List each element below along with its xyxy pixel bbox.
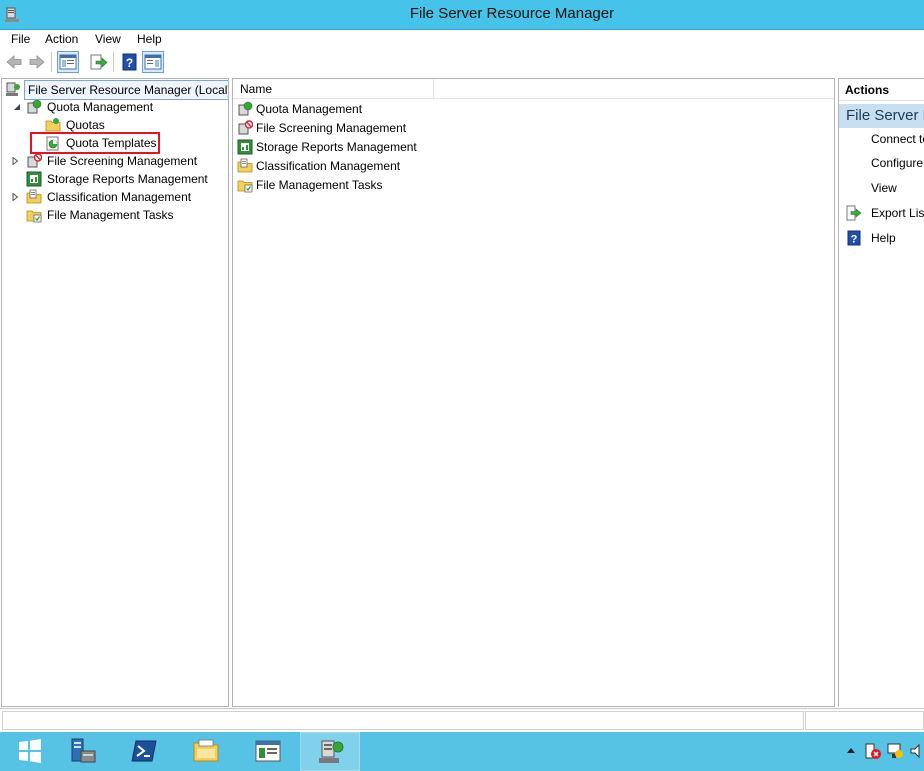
forward-button[interactable]: [26, 51, 48, 73]
action-connect-to[interactable]: Connect to: [839, 129, 924, 149]
tree-root[interactable]: File Server Resource Manager (Local): [4, 80, 228, 100]
actions-pane: Actions File Server R Connect to Configu…: [838, 78, 924, 707]
menu-file[interactable]: File: [9, 30, 32, 48]
windows-logo-icon: [19, 739, 41, 763]
show-hide-action-pane-button[interactable]: [142, 51, 164, 73]
file-management-tasks-icon: [237, 180, 253, 193]
column-header-name[interactable]: Name: [233, 79, 434, 99]
quota-management-icon: [238, 101, 253, 116]
file-server-icon: [6, 82, 20, 96]
tree-item-quota-management[interactable]: Quota Management: [2, 98, 222, 116]
action-label: Export List: [871, 206, 924, 220]
toolbar: ?: [0, 48, 924, 76]
tree-item-storage-reports[interactable]: Storage Reports Management: [2, 170, 222, 188]
console-tree-icon: [59, 54, 77, 70]
start-button[interactable]: [0, 732, 60, 771]
list-item-label: File Screening Management: [256, 121, 407, 135]
classification-icon: [237, 158, 253, 173]
help-icon: ?: [122, 53, 137, 71]
toolbar-separator: [113, 52, 114, 72]
list-item-label: File Management Tasks: [256, 178, 383, 192]
tree-item-label: File Management Tasks: [47, 208, 174, 222]
file-screening-icon: [238, 120, 253, 135]
menu-action[interactable]: Action: [43, 30, 80, 48]
action-help[interactable]: ? Help: [839, 228, 924, 248]
show-hidden-icons-icon[interactable]: [842, 742, 860, 760]
action-label: Connect to: [871, 132, 924, 146]
network-icon[interactable]: [886, 742, 904, 760]
svg-text:?: ?: [851, 234, 858, 246]
menu-help[interactable]: Help: [135, 30, 164, 48]
menu-view[interactable]: View: [93, 30, 123, 48]
tree-item-label: Quota Management: [47, 100, 154, 114]
console-tree: File Server Resource Manager (Local) Quo…: [1, 78, 229, 707]
column-header-row: Name: [233, 79, 834, 99]
tree-item-label: Storage Reports Management: [47, 172, 208, 186]
taskbar: [0, 732, 924, 771]
help-button[interactable]: ?: [119, 51, 141, 73]
title-bar: File Server Resource Manager: [0, 0, 924, 30]
tree-item-label: File Screening Management: [47, 154, 198, 168]
export-list-icon: [90, 54, 108, 70]
collapse-arrow-icon[interactable]: [13, 103, 21, 111]
taskbar-fsrm[interactable]: [300, 732, 360, 771]
volume-icon[interactable]: [908, 742, 924, 760]
action-view[interactable]: View: [839, 178, 924, 198]
console-window-icon: [255, 740, 281, 762]
taskbar-mmc[interactable]: [238, 732, 298, 771]
action-configure[interactable]: Configure: [839, 153, 924, 173]
expand-arrow-icon[interactable]: [11, 193, 19, 201]
server-manager-icon: [71, 738, 96, 763]
actions-header: Actions: [839, 79, 924, 101]
quota-management-icon: [27, 99, 42, 114]
export-icon: [846, 205, 862, 221]
status-segment: [805, 711, 924, 730]
actions-section-header[interactable]: File Server R: [839, 104, 924, 128]
classification-icon: [26, 189, 42, 204]
action-center-icon[interactable]: [864, 742, 882, 760]
status-segment: [2, 711, 804, 730]
list-item-label: Quota Management: [256, 102, 363, 116]
folder-icon: [193, 739, 219, 762]
file-server-icon: [319, 740, 344, 763]
action-label: Configure: [871, 156, 924, 170]
action-label: Help: [871, 231, 896, 245]
help-icon: ?: [847, 230, 861, 246]
tree-item-classification[interactable]: Classification Management: [2, 188, 222, 206]
forward-arrow-icon: [29, 55, 45, 69]
action-label: View: [871, 181, 897, 195]
tree-item-label: Classification Management: [47, 190, 192, 204]
folder-icon: [45, 118, 61, 132]
action-pane-icon: [144, 54, 162, 70]
file-management-tasks-icon: [26, 210, 42, 223]
svg-text:?: ?: [126, 56, 133, 70]
action-export-list[interactable]: Export List: [839, 203, 924, 223]
taskbar-powershell[interactable]: [114, 732, 174, 771]
status-bar: [0, 708, 924, 732]
toolbar-separator: [51, 52, 52, 72]
results-pane: Name Quota Management File Screening Man…: [232, 78, 835, 707]
powershell-icon: [131, 740, 157, 762]
back-arrow-icon: [6, 55, 22, 69]
file-screening-icon: [27, 153, 42, 168]
expand-arrow-icon[interactable]: [11, 157, 19, 165]
tree-root-label: File Server Resource Manager (Local): [24, 80, 228, 100]
export-list-button[interactable]: [87, 51, 109, 73]
taskbar-file-explorer[interactable]: [176, 732, 236, 771]
back-button[interactable]: [3, 51, 25, 73]
menu-bar: File Action View Help: [0, 30, 924, 48]
list-item-label: Storage Reports Management: [256, 140, 417, 154]
storage-reports-icon: [26, 171, 42, 187]
tree-item-file-screening[interactable]: File Screening Management: [2, 152, 222, 170]
taskbar-server-manager[interactable]: [53, 732, 113, 771]
highlight-box: [30, 132, 160, 154]
list-item-label: Classification Management: [256, 159, 401, 173]
storage-reports-icon: [237, 139, 253, 155]
window-title: File Server Resource Manager: [409, 5, 615, 22]
tree-item-file-management-tasks[interactable]: File Management Tasks: [2, 206, 222, 224]
show-hide-tree-button[interactable]: [57, 51, 79, 73]
